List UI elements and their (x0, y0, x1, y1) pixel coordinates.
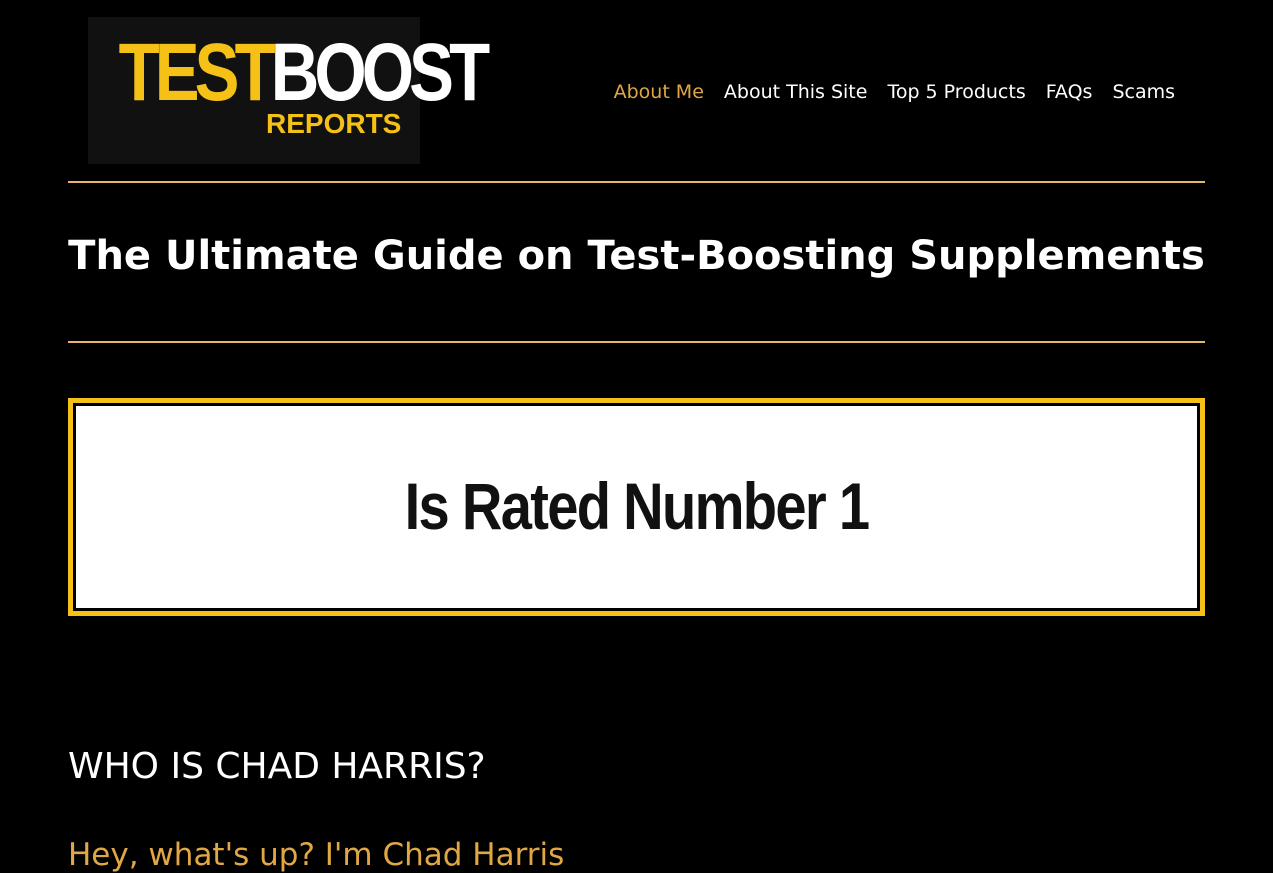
site-logo[interactable]: TESTBOOST REPORTS (88, 17, 491, 164)
nav-item-faqs[interactable]: FAQs (1046, 80, 1093, 104)
logo-word-test: TEST (118, 27, 276, 118)
nav-item-scams[interactable]: Scams (1112, 80, 1175, 104)
logo-word-boost: BOOST (270, 27, 490, 118)
rating-banner: Is Rated Number 1 (68, 398, 1205, 616)
site-title: The Ultimate Guide on Test-Boosting Supp… (68, 233, 1205, 279)
nav-item-top-5-products[interactable]: Top 5 Products (887, 80, 1025, 104)
nav-item-about-me[interactable]: About Me (614, 80, 704, 104)
section-subheading: Hey, what's up? I'm Chad Harris (68, 837, 565, 873)
banner-text: Is Rated Number 1 (404, 469, 870, 543)
logo-word-reports: REPORTS (266, 108, 402, 139)
banner-frame: Is Rated Number 1 (73, 403, 1200, 611)
header-divider-top (68, 181, 1205, 183)
logo-wordmark: TESTBOOST (119, 32, 491, 114)
section-heading: WHO IS CHAD HARRIS? (68, 746, 486, 787)
main-nav: About Me About This Site Top 5 Products … (614, 80, 1175, 104)
header-divider-bottom (68, 341, 1205, 343)
banner-panel: Is Rated Number 1 (76, 406, 1197, 608)
nav-item-about-this-site[interactable]: About This Site (724, 80, 868, 104)
